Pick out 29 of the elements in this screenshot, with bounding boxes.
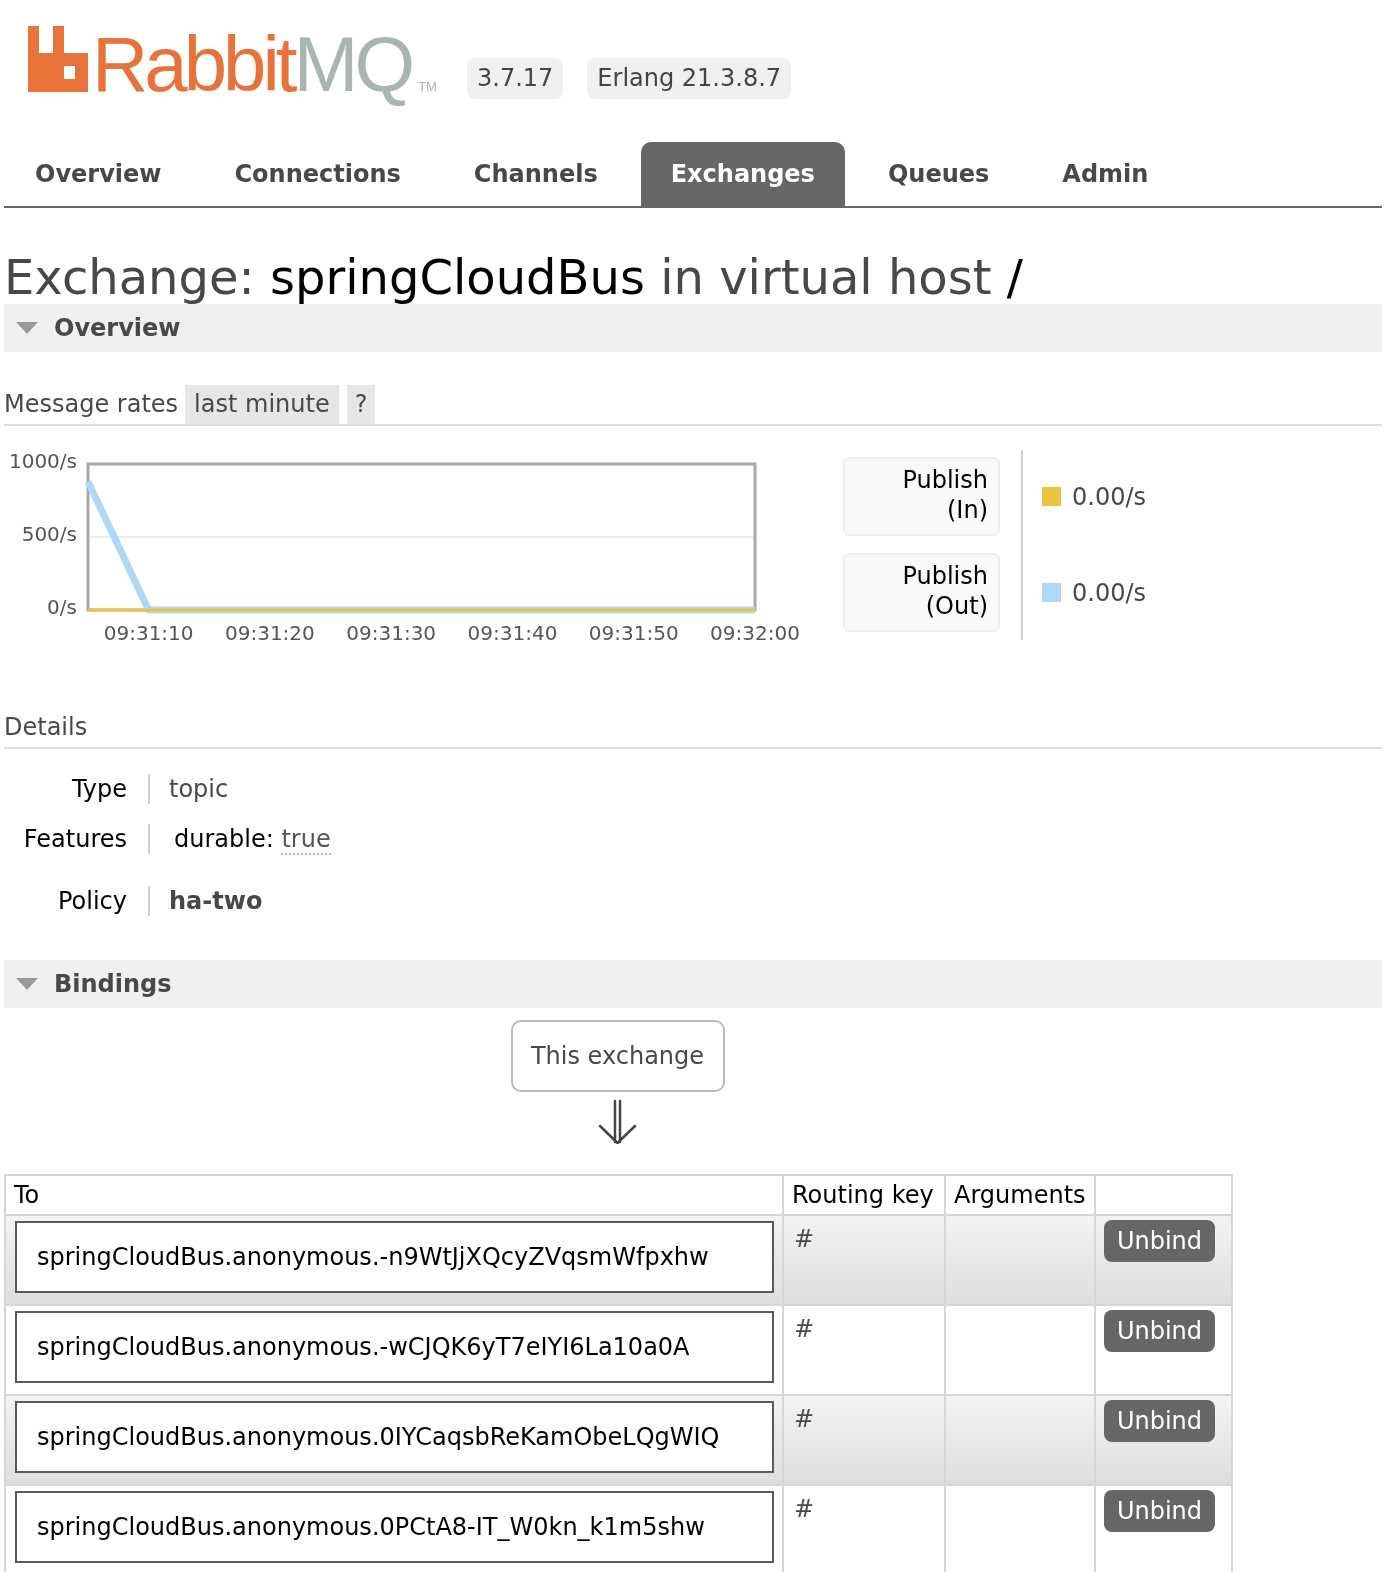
column-header: Routing key [783,1175,945,1215]
detail-value: topic [169,775,229,803]
y-tick-label: 0/s [47,594,77,619]
detail-label: Features [23,825,127,853]
message-rates-label: Message rates [4,389,180,420]
routing-key: # [783,1215,945,1305]
erlang-version-badge: Erlang 21.3.8.7 [587,58,792,99]
y-tick-label: 500/s [21,521,77,546]
exchange-node: This exchange [510,1020,725,1092]
legend-label: Publish (Out) [843,553,1000,632]
x-tick-label: 09:31:30 [346,621,437,642]
routing-key: # [783,1395,945,1485]
page-title: Exchange: springCloudBus in virtual host / [4,250,1024,304]
rate-value: 0.00/s [1072,578,1147,607]
detail-value: durable: true [174,825,331,853]
rate-value: 0.00/s [1072,482,1147,511]
x-tick-label: 09:31:20 [225,621,315,642]
y-tick-label: 1000/s [8,450,77,473]
detail-value: ha-two [169,887,263,915]
legend-label: Publish (In) [843,457,1000,536]
x-tick-label: 09:32:00 [710,621,800,642]
details-heading: Details [4,713,88,741]
x-tick-label: 09:31:10 [103,621,194,642]
x-tick-label: 09:31:40 [467,621,558,642]
x-tick-label: 09:31:50 [588,621,679,642]
detail-label: Policy [57,887,127,915]
version-badge: 3.7.17 [467,58,564,99]
column-header: To [5,1175,783,1215]
detail-label: Type [71,775,127,803]
